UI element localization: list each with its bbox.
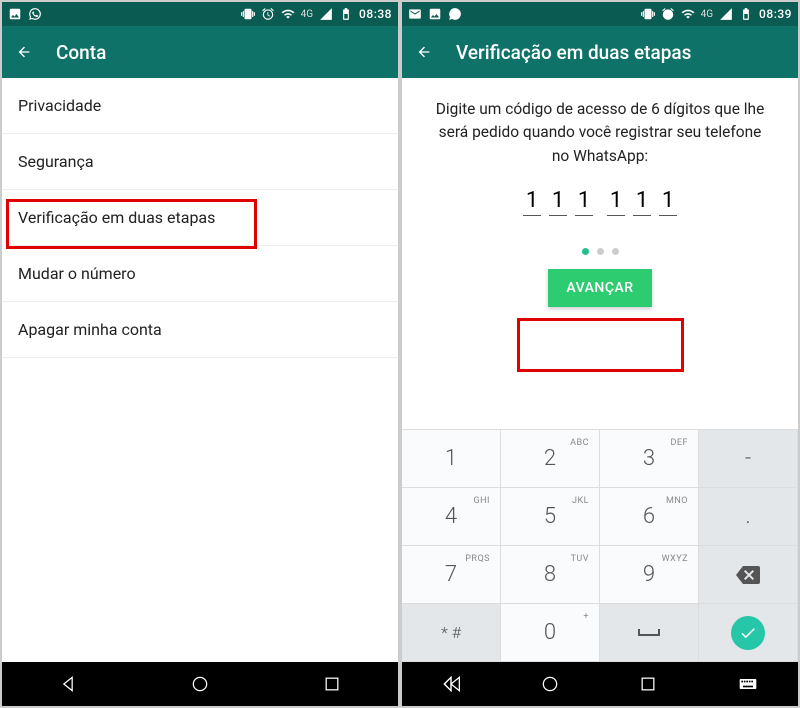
key-5[interactable]: 5JKL <box>501 488 600 546</box>
key-6[interactable]: 6MNO <box>600 488 699 546</box>
status-left <box>8 7 42 21</box>
step-dots <box>402 248 798 255</box>
status-right: 4G 08:39 <box>641 7 792 21</box>
pin-digit: 1 <box>575 188 593 216</box>
clock: 08:38 <box>359 7 392 21</box>
step-dot <box>612 248 619 255</box>
alarm-icon <box>261 7 275 21</box>
image-icon <box>8 7 22 21</box>
key-4[interactable]: 4GHI <box>402 488 501 546</box>
step-dot <box>597 248 604 255</box>
pin-digit: 1 <box>549 188 567 216</box>
status-bar: 4G 08:39 <box>402 2 798 26</box>
gmail-icon <box>408 7 422 21</box>
key-3[interactable]: 3DEF <box>600 430 699 488</box>
wifi-icon <box>281 7 295 21</box>
backspace-icon <box>735 566 761 584</box>
clock: 08:39 <box>759 7 792 21</box>
key-1[interactable]: 1 <box>402 430 501 488</box>
pin-digit: 1 <box>633 188 651 216</box>
image-icon <box>428 7 442 21</box>
app-bar: Verificação em duas etapas <box>402 26 798 78</box>
account-menu: Privacidade Segurança Verificação em dua… <box>2 78 398 662</box>
signal-icon <box>319 7 333 21</box>
vibrate-icon <box>641 7 655 21</box>
key-2[interactable]: 2ABC <box>501 430 600 488</box>
key-dot[interactable]: . <box>699 488 798 546</box>
left-phone: 4G 08:38 Conta Privacidade Segurança Ver… <box>2 2 398 706</box>
key-0[interactable]: 0+ <box>501 604 600 662</box>
instructions-text: Digite um código de acesso de 6 dígitos … <box>402 78 798 178</box>
pin-digit: 1 <box>607 188 625 216</box>
space-icon <box>637 627 661 639</box>
battery-icon <box>739 7 753 21</box>
whatsapp-icon <box>448 7 462 21</box>
app-bar: Conta <box>2 26 398 78</box>
menu-item-security[interactable]: Segurança <box>2 134 398 190</box>
network-label: 4G <box>301 9 313 20</box>
nav-home-icon[interactable] <box>540 674 560 694</box>
pin-digit: 1 <box>659 188 677 216</box>
right-phone: 4G 08:39 Verificação em duas etapas Digi… <box>402 2 798 706</box>
nav-home-icon[interactable] <box>190 674 210 694</box>
menu-item-change-number[interactable]: Mudar o número <box>2 246 398 302</box>
back-arrow-icon[interactable] <box>16 44 32 60</box>
back-arrow-icon[interactable] <box>416 44 432 60</box>
status-bar: 4G 08:38 <box>2 2 398 26</box>
wifi-icon <box>681 7 695 21</box>
key-star-hash[interactable]: * # <box>402 604 501 662</box>
nav-keyboard-icon[interactable] <box>737 674 759 694</box>
battery-icon <box>339 7 353 21</box>
key-9[interactable]: 9WXYZ <box>600 546 699 604</box>
two-step-content: Digite um código de acesso de 6 dígitos … <box>402 78 798 662</box>
numeric-keypad: 1 2ABC 3DEF - 4GHI 5JKL 6MNO . 7PRQS 8TU… <box>402 429 798 662</box>
menu-item-delete-account[interactable]: Apagar minha conta <box>2 302 398 358</box>
nav-bar <box>2 662 398 706</box>
signal-icon <box>719 7 733 21</box>
key-space[interactable] <box>600 604 699 662</box>
step-dot-active <box>582 248 589 255</box>
key-backspace[interactable] <box>699 546 798 604</box>
nav-bar <box>402 662 798 706</box>
key-8[interactable]: 8TUV <box>501 546 600 604</box>
check-icon <box>739 624 757 642</box>
nav-recent-icon[interactable] <box>322 674 342 694</box>
menu-item-two-step[interactable]: Verificação em duas etapas <box>2 190 398 246</box>
key-ok[interactable] <box>699 604 798 662</box>
pin-input[interactable]: 1 1 1 1 1 1 <box>402 188 798 216</box>
ok-circle-icon <box>731 616 765 650</box>
key-dash[interactable]: - <box>699 430 798 488</box>
key-7[interactable]: 7PRQS <box>402 546 501 604</box>
advance-button[interactable]: AVANÇAR <box>548 269 651 307</box>
whatsapp-icon <box>28 7 42 21</box>
menu-item-privacy[interactable]: Privacidade <box>2 78 398 134</box>
vibrate-icon <box>241 7 255 21</box>
page-title: Conta <box>56 41 106 64</box>
alarm-icon <box>661 7 675 21</box>
nav-back-icon[interactable] <box>446 674 466 694</box>
status-left <box>408 7 462 21</box>
pin-digit: 1 <box>523 188 541 216</box>
nav-recent-icon[interactable] <box>638 674 658 694</box>
network-label: 4G <box>701 9 713 20</box>
status-right: 4G 08:38 <box>241 7 392 21</box>
page-title: Verificação em duas etapas <box>456 41 691 64</box>
nav-back-icon[interactable] <box>58 674 78 694</box>
